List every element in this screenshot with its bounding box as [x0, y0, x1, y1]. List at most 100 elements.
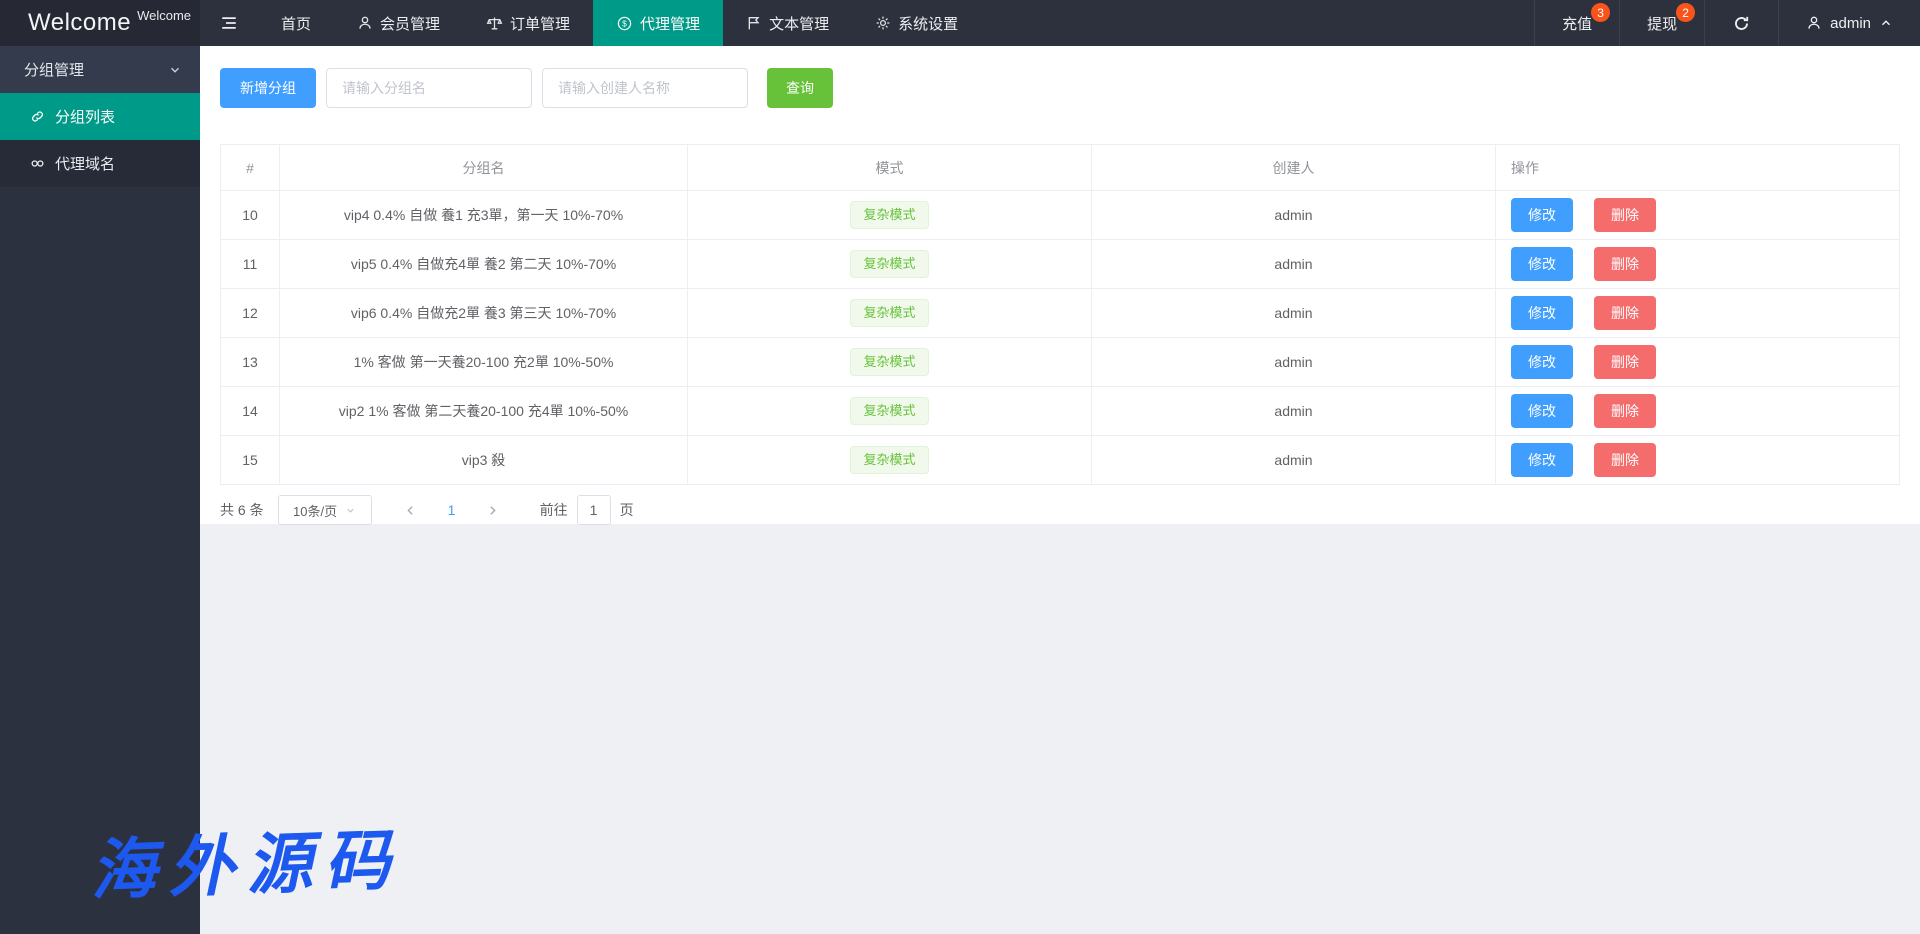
sidebar-collapse-button[interactable]	[200, 0, 258, 46]
group-name-input[interactable]	[326, 68, 532, 108]
cell-group-name: 1% 客做 第一天養20-100 充2單 10%-50%	[280, 338, 688, 387]
page-size-value: 10条/页	[293, 501, 337, 520]
nav-item-members[interactable]: 会员管理	[334, 0, 463, 46]
page-size-select[interactable]: 10条/页	[278, 495, 372, 525]
delete-button[interactable]: 删除	[1594, 394, 1656, 428]
table-row: 13 1% 客做 第一天養20-100 充2單 10%-50% 复杂模式 adm…	[221, 338, 1900, 387]
recharge-label: 充值	[1562, 13, 1592, 34]
nav-item-label: 首页	[281, 13, 311, 34]
chevron-up-icon	[1879, 16, 1893, 30]
cell-actions: 修改删除	[1496, 387, 1900, 436]
recharge-button[interactable]: 充值 3	[1534, 0, 1619, 46]
table-header-row: # 分组名 模式 创建人 操作	[221, 145, 1900, 191]
cell-actions: 修改删除	[1496, 436, 1900, 485]
col-header-group-name: 分组名	[280, 145, 688, 191]
sidebar-group-title[interactable]: 分组管理	[0, 46, 200, 93]
add-group-button[interactable]: 新增分组	[220, 68, 316, 108]
col-header-creator: 创建人	[1092, 145, 1496, 191]
delete-button[interactable]: 删除	[1594, 296, 1656, 330]
page-unit-label: 页	[620, 500, 634, 520]
sidebar-item-label: 代理域名	[55, 153, 115, 174]
withdraw-button[interactable]: 提现 2	[1619, 0, 1704, 46]
cell-mode: 复杂模式	[688, 191, 1092, 240]
edit-button[interactable]: 修改	[1511, 247, 1573, 281]
edit-button[interactable]: 修改	[1511, 394, 1573, 428]
nav-item-label: 文本管理	[769, 13, 829, 34]
user-icon	[1806, 15, 1822, 31]
search-button[interactable]: 查询	[767, 68, 833, 108]
chevron-down-icon	[168, 63, 182, 77]
nav-item-home[interactable]: 首页	[258, 0, 334, 46]
col-header-mode: 模式	[688, 145, 1092, 191]
gear-icon	[875, 15, 891, 31]
sidebar-group-label: 分组管理	[24, 59, 84, 80]
cell-group-name: vip5 0.4% 自做充4單 養2 第二天 10%-70%	[280, 240, 688, 289]
flag-icon	[746, 15, 762, 31]
mode-tag: 复杂模式	[850, 446, 928, 474]
cell-mode: 复杂模式	[688, 387, 1092, 436]
goto-label: 前往	[540, 500, 568, 520]
next-page-button[interactable]	[472, 495, 514, 525]
nav-item-settings[interactable]: 系统设置	[852, 0, 981, 46]
edit-button[interactable]: 修改	[1511, 345, 1573, 379]
cell-mode: 复杂模式	[688, 338, 1092, 387]
cell-actions: 修改删除	[1496, 191, 1900, 240]
cell-mode: 复杂模式	[688, 436, 1092, 485]
goto-page-input[interactable]	[577, 495, 611, 525]
cell-id: 10	[221, 191, 280, 240]
content-area: 新增分组 查询 # 分组名 模式 创建人 操作	[200, 46, 1920, 934]
cell-actions: 修改删除	[1496, 240, 1900, 289]
app-title: Welcome	[28, 9, 131, 37]
sidebar-item-agent-domain[interactable]: 代理域名	[0, 140, 200, 187]
edit-button[interactable]: 修改	[1511, 296, 1573, 330]
cell-mode: 复杂模式	[688, 289, 1092, 338]
pagination-goto: 前往 页	[540, 495, 634, 525]
app-logo: Welcome Welcome	[0, 0, 200, 46]
edit-button[interactable]: 修改	[1511, 198, 1573, 232]
delete-button[interactable]: 删除	[1594, 247, 1656, 281]
creator-name-input[interactable]	[542, 68, 748, 108]
topbar-actions: 充值 3 提现 2 admin	[1534, 0, 1920, 46]
dollar-circle-icon: $	[616, 15, 633, 32]
cell-id: 14	[221, 387, 280, 436]
nav-item-label: 会员管理	[380, 13, 440, 34]
nav-item-label: 订单管理	[510, 13, 570, 34]
nav-item-text[interactable]: 文本管理	[723, 0, 852, 46]
mode-tag: 复杂模式	[850, 397, 928, 425]
refresh-icon	[1732, 14, 1751, 33]
main-layout: 分组管理 分组列表 代理域名	[0, 46, 1920, 934]
prev-page-button[interactable]	[390, 495, 432, 525]
scale-icon	[486, 15, 503, 32]
table-row: 12 vip6 0.4% 自做充2單 養3 第三天 10%-70% 复杂模式 a…	[221, 289, 1900, 338]
table-row: 11 vip5 0.4% 自做充4單 養2 第二天 10%-70% 复杂模式 a…	[221, 240, 1900, 289]
sidebar-item-group-list[interactable]: 分组列表	[0, 93, 200, 140]
nav-item-agents[interactable]: $ 代理管理	[593, 0, 723, 46]
edit-button[interactable]: 修改	[1511, 443, 1573, 477]
delete-button[interactable]: 删除	[1594, 443, 1656, 477]
mode-tag: 复杂模式	[850, 201, 928, 229]
cell-id: 13	[221, 338, 280, 387]
cell-group-name: vip6 0.4% 自做充2單 養3 第三天 10%-70%	[280, 289, 688, 338]
col-header-actions: 操作	[1496, 145, 1900, 191]
unlink-icon	[30, 156, 45, 171]
cell-group-name: vip3 殺	[280, 436, 688, 485]
svg-text:$: $	[622, 18, 627, 28]
group-list-panel: 新增分组 查询 # 分组名 模式 创建人 操作	[200, 46, 1920, 524]
col-header-index: #	[221, 145, 280, 191]
refresh-button[interactable]	[1704, 0, 1778, 46]
topbar: Welcome Welcome 首页 会员管理	[0, 0, 1920, 46]
username: admin	[1830, 15, 1871, 32]
cell-group-name: vip4 0.4% 自做 養1 充3單，第一天 10%-70%	[280, 191, 688, 240]
nav-item-orders[interactable]: 订单管理	[463, 0, 593, 46]
page-number-1[interactable]: 1	[432, 502, 472, 518]
menu-fold-icon	[220, 14, 238, 32]
mode-tag: 复杂模式	[850, 299, 928, 327]
withdraw-label: 提现	[1647, 13, 1677, 34]
delete-button[interactable]: 删除	[1594, 345, 1656, 379]
nav-item-label: 系统设置	[898, 13, 958, 34]
user-icon	[357, 15, 373, 31]
delete-button[interactable]: 删除	[1594, 198, 1656, 232]
cell-creator: admin	[1092, 436, 1496, 485]
user-menu[interactable]: admin	[1778, 0, 1920, 46]
sidebar: 分组管理 分组列表 代理域名	[0, 46, 200, 934]
